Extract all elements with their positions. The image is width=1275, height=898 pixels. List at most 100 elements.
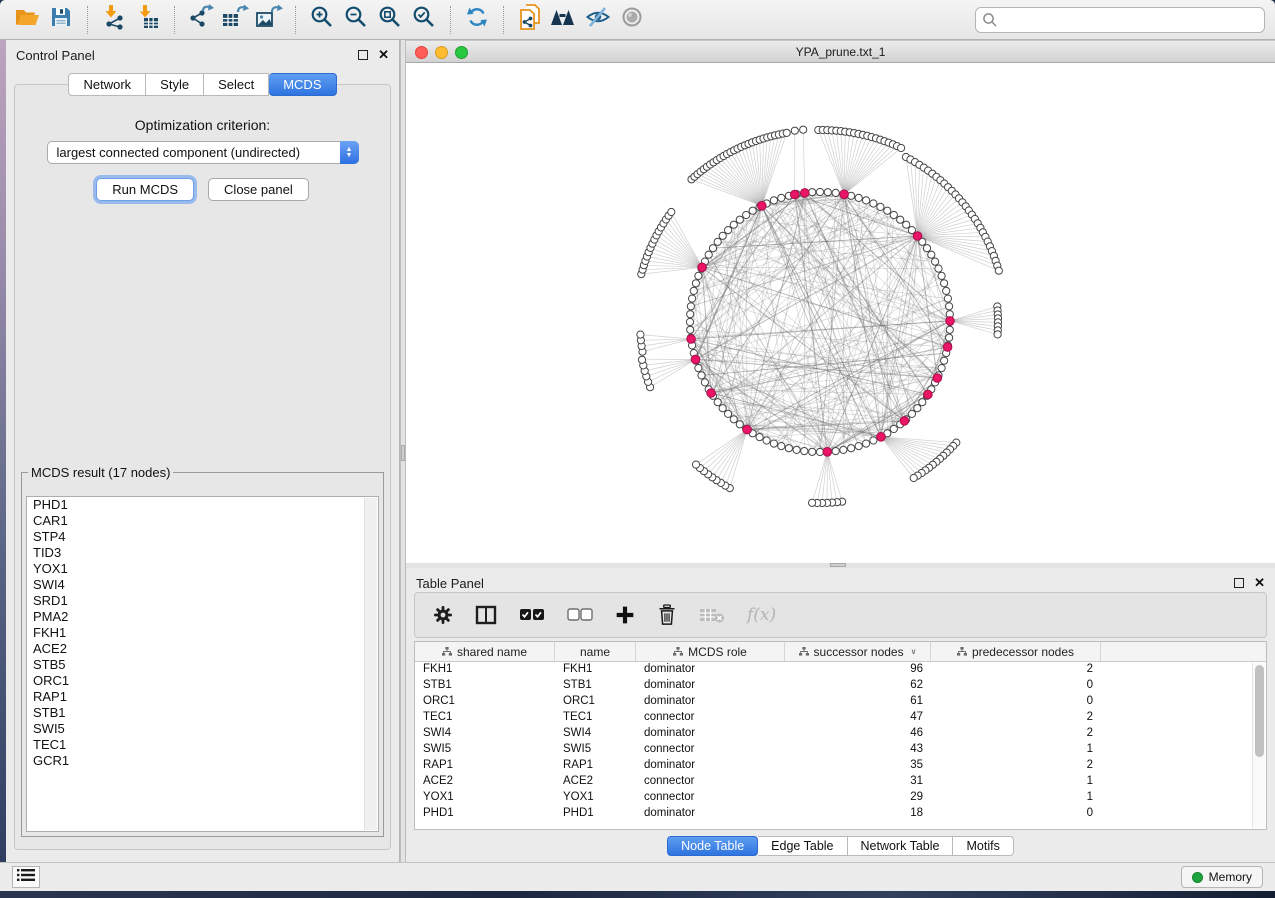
- splitter-grip[interactable]: [401, 445, 405, 461]
- table-row[interactable]: SWI5SWI5connector431: [415, 742, 1266, 758]
- window-minimize-icon[interactable]: [435, 46, 448, 59]
- run-mcds-button[interactable]: Run MCDS: [96, 178, 194, 201]
- column-header-name[interactable]: name: [555, 642, 636, 661]
- mcds-list-scrollbar[interactable]: [364, 498, 377, 830]
- table-row[interactable]: RAP1RAP1dominator352: [415, 758, 1266, 774]
- column-header-shared-name[interactable]: shared name: [415, 642, 555, 661]
- tab-select[interactable]: Select: [204, 73, 269, 96]
- close-panel-button[interactable]: Close panel: [208, 178, 309, 201]
- table-scrollbar[interactable]: [1252, 663, 1265, 828]
- mcds-result-item[interactable]: PMA2: [27, 609, 378, 625]
- tab-mcds[interactable]: MCDS: [269, 73, 336, 96]
- table-row[interactable]: ACE2ACE2connector311: [415, 774, 1266, 790]
- save-session-button[interactable]: [44, 4, 78, 36]
- float-panel-icon[interactable]: [1234, 578, 1244, 588]
- mcds-result-item[interactable]: SWI4: [27, 577, 378, 593]
- table-tabs: Node TableEdge TableNetwork TableMotifs: [406, 836, 1275, 856]
- mcds-result-item[interactable]: SRD1: [27, 593, 378, 609]
- zoom-out-button[interactable]: [339, 4, 373, 36]
- mcds-result-item[interactable]: STP4: [27, 529, 378, 545]
- table-row[interactable]: YOX1YOX1connector291: [415, 790, 1266, 806]
- table-row[interactable]: ORC1ORC1dominator610: [415, 694, 1266, 710]
- mcds-result-item[interactable]: TID3: [27, 545, 378, 561]
- create-column-button[interactable]: [615, 605, 635, 625]
- import-table-button[interactable]: [131, 4, 165, 36]
- optimization-criterion-select[interactable]: largest connected component (undirected)…: [47, 141, 359, 164]
- toolbar-separator: [450, 6, 451, 34]
- zoom-selected-button[interactable]: [407, 4, 441, 36]
- table-cell: dominator: [636, 758, 785, 774]
- mcds-result-item[interactable]: STB1: [27, 705, 378, 721]
- table-row[interactable]: TEC1TEC1connector472: [415, 710, 1266, 726]
- refresh-button[interactable]: [460, 4, 494, 36]
- network-from-selection-button[interactable]: [513, 4, 547, 36]
- mcds-result-item[interactable]: PHD1: [27, 497, 378, 513]
- table-cell: connector: [636, 774, 785, 790]
- mcds-result-item[interactable]: ORC1: [27, 673, 378, 689]
- first-neighbors-button[interactable]: [547, 4, 581, 36]
- mcds-result-item[interactable]: FKH1: [27, 625, 378, 641]
- search-input[interactable]: [975, 7, 1265, 33]
- mcds-result-item[interactable]: ACE2: [27, 641, 378, 657]
- zoom-selected-icon: [412, 5, 436, 34]
- table-cell: 2: [931, 710, 1101, 726]
- tab-node-table[interactable]: Node Table: [667, 836, 758, 856]
- delete-column-button[interactable]: [657, 604, 677, 626]
- tab-motifs[interactable]: Motifs: [953, 836, 1013, 856]
- close-panel-icon[interactable]: ✕: [378, 50, 389, 60]
- hide-selected-button[interactable]: [581, 4, 615, 36]
- close-panel-icon[interactable]: ✕: [1254, 578, 1265, 588]
- mcds-result-item[interactable]: SWI5: [27, 721, 378, 737]
- table-cell: connector: [636, 710, 785, 726]
- network-window-titlebar[interactable]: YPA_prune.txt_1: [406, 40, 1275, 63]
- task-history-button[interactable]: [12, 866, 40, 888]
- table-cell: STB1: [415, 678, 555, 694]
- tab-edge-table[interactable]: Edge Table: [758, 836, 847, 856]
- tab-style[interactable]: Style: [146, 73, 204, 96]
- table-settings-button[interactable]: [433, 605, 453, 625]
- control-panel-title: Control Panel: [16, 48, 95, 63]
- mcds-result-item[interactable]: CAR1: [27, 513, 378, 529]
- table-row[interactable]: SWI4SWI4dominator462: [415, 726, 1266, 742]
- float-panel-icon[interactable]: [358, 50, 368, 60]
- window-close-icon[interactable]: [415, 46, 428, 59]
- mcds-result-list[interactable]: PHD1CAR1STP4TID3YOX1SWI4SRD1PMA2FKH1ACE2…: [26, 496, 379, 832]
- zoom-fit-button[interactable]: [373, 4, 407, 36]
- table-scrollbar-thumb[interactable]: [1255, 665, 1264, 757]
- memory-button[interactable]: Memory: [1181, 866, 1263, 888]
- column-header-MCDS-role[interactable]: MCDS role: [636, 642, 785, 661]
- mcds-result-item[interactable]: TEC1: [27, 737, 378, 753]
- table-row[interactable]: FKH1FKH1dominator962: [415, 662, 1266, 678]
- select-all-columns-button[interactable]: [519, 608, 545, 622]
- network-graph[interactable]: [406, 63, 1275, 563]
- export-network-button[interactable]: [184, 4, 218, 36]
- export-table-button[interactable]: [218, 4, 252, 36]
- table-cell: 61: [785, 694, 931, 710]
- zoom-in-button[interactable]: [305, 4, 339, 36]
- import-network-button[interactable]: [97, 4, 131, 36]
- tab-network-table[interactable]: Network Table: [848, 836, 954, 856]
- open-file-button[interactable]: [10, 4, 44, 36]
- mcds-panel: Optimization criterion: largest connecte…: [14, 84, 391, 850]
- mcds-result-item[interactable]: RAP1: [27, 689, 378, 705]
- mcds-result-item[interactable]: GCR1: [27, 753, 378, 769]
- show-column-panel-button[interactable]: [475, 605, 497, 625]
- table-cell: connector: [636, 742, 785, 758]
- tab-network[interactable]: Network: [68, 73, 146, 96]
- table-cell: YOX1: [415, 790, 555, 806]
- network-canvas[interactable]: [406, 63, 1275, 563]
- mcds-result-item[interactable]: STB5: [27, 657, 378, 673]
- column-header-predecessor-nodes[interactable]: predecessor nodes: [931, 642, 1101, 661]
- node-table: shared namenameMCDS rolesuccessor nodes∨…: [414, 641, 1267, 830]
- document-share-icon: [517, 3, 543, 36]
- unselect-all-columns-button[interactable]: [567, 608, 593, 622]
- splitter-grip[interactable]: [830, 563, 846, 567]
- column-header-successor-nodes[interactable]: successor nodes∨: [785, 642, 931, 661]
- table-row[interactable]: STB1STB1dominator620: [415, 678, 1266, 694]
- show-all-button[interactable]: [615, 4, 649, 36]
- table-row[interactable]: PHD1PHD1dominator180: [415, 806, 1266, 822]
- column-tree-icon: [673, 645, 683, 659]
- export-image-button[interactable]: [252, 4, 286, 36]
- window-zoom-icon[interactable]: [455, 46, 468, 59]
- mcds-result-item[interactable]: YOX1: [27, 561, 378, 577]
